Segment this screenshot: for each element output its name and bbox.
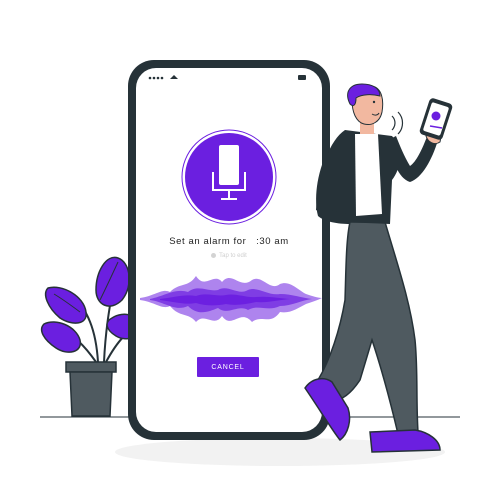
- tap-to-edit-hint[interactable]: Tap to edit: [150, 253, 308, 259]
- cancel-button[interactable]: CANCEL: [197, 357, 259, 377]
- plant-illustration: [40, 256, 141, 417]
- info-icon: [211, 253, 217, 258]
- phone-device: [128, 60, 330, 440]
- hint-label: Tap to edit: [219, 253, 247, 260]
- illustration-scene: [40, 60, 460, 466]
- voice-prompt-text: Set an alarm for :30 am: [150, 236, 308, 247]
- microphone-icon: [181, 129, 277, 225]
- prompt-prefix: Set an alarm for: [169, 236, 247, 247]
- prompt-time: :30 am: [256, 236, 289, 247]
